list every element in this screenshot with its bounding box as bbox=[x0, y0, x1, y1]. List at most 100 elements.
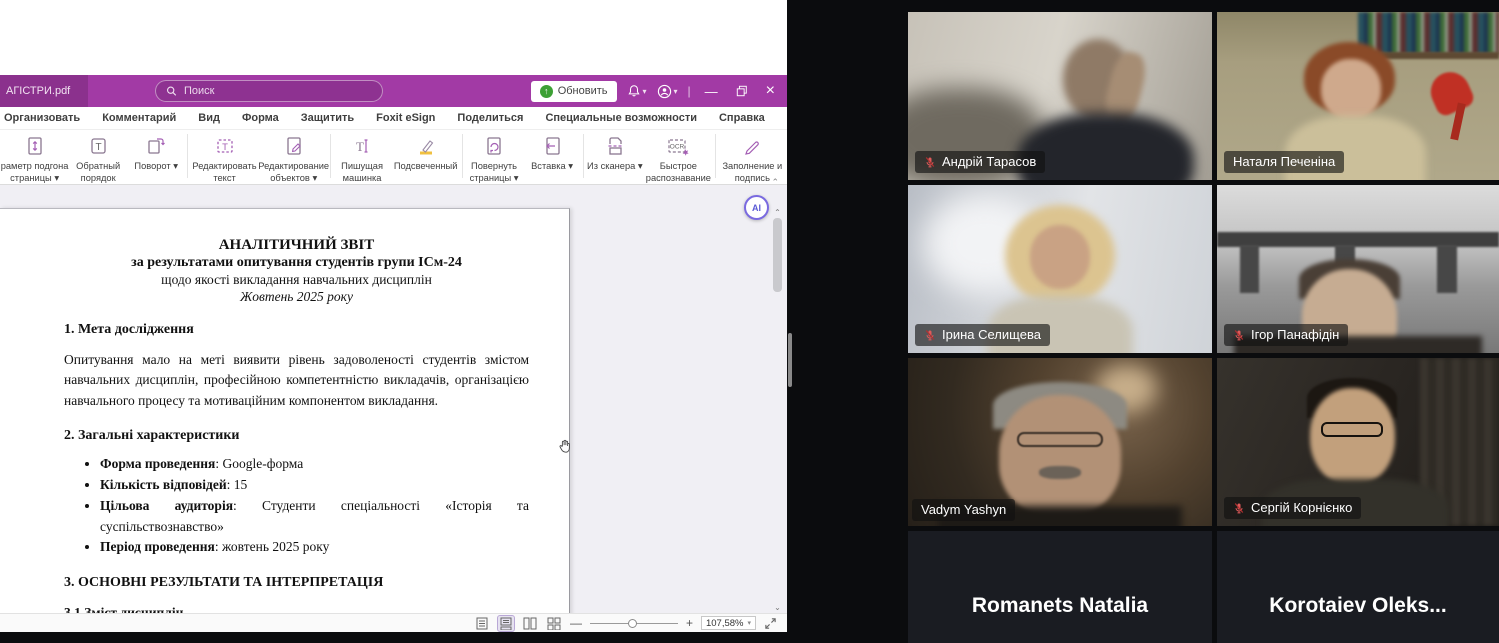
search-input[interactable] bbox=[184, 85, 372, 97]
menu-foxit-esign[interactable]: Foxit eSign bbox=[376, 112, 435, 124]
from-scanner-button[interactable]: Из сканера ▾ bbox=[586, 132, 644, 172]
video-tile-romanets-natalia[interactable]: Romanets Natalia bbox=[908, 531, 1212, 643]
video-tile-vadym-yashyn[interactable]: Vadym Yashyn bbox=[908, 358, 1212, 526]
participant-name: Vadym Yashyn bbox=[921, 502, 1006, 517]
participant-name-tag: Ігор Панафідін bbox=[1224, 324, 1348, 346]
doc-heading-1: 1. Мета дослідження bbox=[64, 322, 529, 338]
menu-view[interactable]: Вид bbox=[198, 112, 220, 124]
account-button[interactable]: ▾ bbox=[657, 84, 678, 99]
document-scrollbar[interactable]: ⌃ ⌄ bbox=[771, 208, 784, 612]
minimize-button[interactable]: — bbox=[701, 84, 722, 99]
menu-accessibility[interactable]: Специальные возможности bbox=[545, 112, 697, 124]
ribbon-separator bbox=[715, 134, 716, 178]
typewriter-button[interactable]: T Пишущая машинка bbox=[333, 132, 391, 184]
rotate-pages-button[interactable]: Повернуть страницы ▾ bbox=[465, 132, 523, 184]
rotate-pages-icon bbox=[483, 134, 505, 158]
quick-recognition-button[interactable]: OCR Быстрое распознавание bbox=[644, 132, 713, 184]
update-button[interactable]: ↑ Обновить bbox=[531, 81, 617, 102]
doc-bullet: Форма проведення: Google-форма bbox=[100, 454, 529, 475]
single-page-view-button[interactable] bbox=[474, 616, 490, 631]
participant-name: Андрій Тарасов bbox=[942, 154, 1036, 169]
reverse-order-button[interactable]: T Обратный порядок bbox=[69, 132, 127, 184]
fill-sign-icon bbox=[741, 134, 763, 158]
doc-subtitle: за результатами опитування студентів гру… bbox=[64, 255, 529, 271]
bell-icon bbox=[627, 84, 641, 98]
svg-text:T: T bbox=[96, 142, 102, 153]
typewriter-icon: T bbox=[351, 134, 373, 158]
video-tile-natalia-pechenina[interactable]: Наталя Печеніна bbox=[1217, 12, 1499, 180]
scrollbar-thumb[interactable] bbox=[773, 218, 782, 292]
participant-name-tag: Сергій Корнієнко bbox=[1224, 497, 1361, 519]
zoom-out-button[interactable]: — bbox=[570, 616, 582, 630]
menu-form[interactable]: Форма bbox=[242, 112, 279, 124]
video-meeting-panel: Андрій Тарасов Наталя Печеніна bbox=[787, 0, 1499, 643]
doc-heading-3: 3. ОСНОВНІ РЕЗУЛЬТАТИ ТА ІНТЕРПРЕТАЦІЯ bbox=[64, 575, 529, 591]
video-tile-iryna-selyshcheva[interactable]: Ірина Селищева bbox=[908, 185, 1212, 353]
ribbon-separator bbox=[330, 134, 331, 178]
facing-view-button[interactable] bbox=[522, 616, 538, 631]
highlight-button[interactable]: Подсвеченный bbox=[391, 132, 460, 172]
doc-heading-2: 2. Загальні характеристики bbox=[64, 428, 529, 444]
notifications-button[interactable]: ▾ bbox=[627, 84, 647, 98]
video-tile-andrii-tarasov[interactable]: Андрій Тарасов bbox=[908, 12, 1212, 180]
screen: АГІСТРИ.pdf ↑ Обновить ▾ bbox=[0, 0, 1499, 643]
menu-share[interactable]: Поделиться bbox=[457, 112, 523, 124]
zoom-slider-knob[interactable] bbox=[628, 619, 637, 628]
pdf-statusbar: — + 107,58% ▾ bbox=[0, 613, 787, 632]
close-button[interactable]: × bbox=[762, 82, 779, 100]
document-tab[interactable]: АГІСТРИ.pdf bbox=[0, 75, 88, 107]
fullscreen-button[interactable] bbox=[764, 617, 777, 630]
scroll-up-icon[interactable]: ⌃ bbox=[771, 208, 784, 217]
video-tile-korotaiev-oleks[interactable]: Korotaiev Oleks... bbox=[1217, 531, 1499, 643]
document-area[interactable]: АНАЛІТИЧНИЙ ЗВІТ за результатами опитува… bbox=[0, 185, 787, 613]
participant-name: Наталя Печеніна bbox=[1233, 154, 1335, 169]
continuous-view-button[interactable] bbox=[498, 616, 514, 631]
doc-heading-31: 3.1 Зміст дисциплін bbox=[64, 605, 529, 613]
muted-mic-icon bbox=[924, 156, 936, 168]
edit-objects-button[interactable]: Редактирование объектов ▾ bbox=[259, 132, 328, 184]
facing-continuous-view-button[interactable] bbox=[546, 616, 562, 631]
restore-icon bbox=[736, 85, 748, 97]
account-icon bbox=[657, 84, 672, 99]
rotate-button[interactable]: Поворот ▾ bbox=[127, 132, 185, 172]
background-window bbox=[0, 0, 787, 75]
highlight-icon bbox=[415, 134, 437, 158]
pdf-menubar: Организовать Комментарий Вид Форма Защит… bbox=[0, 107, 787, 130]
restore-button[interactable] bbox=[732, 85, 752, 97]
menu-help[interactable]: Справка bbox=[719, 112, 765, 124]
svg-text:OCR: OCR bbox=[670, 144, 685, 151]
participant-display-name: Romanets Natalia bbox=[908, 594, 1212, 618]
meeting-scrollbar-thumb[interactable] bbox=[788, 333, 792, 387]
participant-name: Ігор Панафідін bbox=[1251, 327, 1339, 342]
reverse-order-icon: T bbox=[87, 134, 109, 158]
fit-page-button[interactable]: раметр подгона страницы ▾ bbox=[0, 132, 69, 184]
participant-name: Сергій Корнієнко bbox=[1251, 500, 1352, 515]
menu-organize[interactable]: Организовать bbox=[4, 112, 80, 124]
ribbon-separator bbox=[462, 134, 463, 178]
scroll-down-icon[interactable]: ⌄ bbox=[771, 603, 784, 612]
video-tile-ihor-panafidin[interactable]: Ігор Панафідін bbox=[1217, 185, 1499, 353]
update-icon: ↑ bbox=[540, 85, 553, 98]
menu-comment[interactable]: Комментарий bbox=[102, 112, 176, 124]
svg-text:T: T bbox=[356, 139, 364, 154]
edit-text-button[interactable]: T Редактировать текст bbox=[190, 132, 259, 184]
participant-name-tag: Vadym Yashyn bbox=[912, 499, 1015, 521]
zoom-slider[interactable] bbox=[590, 618, 678, 628]
video-tile-serhii-korniienko[interactable]: Сергій Корнієнко bbox=[1217, 358, 1499, 526]
search-box[interactable] bbox=[155, 80, 383, 102]
pdf-ribbon: раметр подгона страницы ▾ T Обратный пор… bbox=[0, 130, 787, 185]
zoom-level-value: 107,58% bbox=[706, 618, 744, 629]
participant-name-tag: Ірина Селищева bbox=[915, 324, 1050, 346]
ai-assistant-badge[interactable]: AI bbox=[744, 195, 769, 220]
muted-mic-icon bbox=[924, 329, 936, 341]
insert-icon bbox=[541, 134, 563, 158]
pdf-titlebar: АГІСТРИ.pdf ↑ Обновить ▾ bbox=[0, 75, 787, 107]
zoom-in-button[interactable]: + bbox=[686, 616, 693, 630]
fit-page-icon bbox=[24, 134, 46, 158]
doc-bullet: Кількість відповідей: 15 bbox=[100, 475, 529, 496]
participant-display-name: Korotaiev Oleks... bbox=[1217, 594, 1499, 618]
ribbon-separator bbox=[583, 134, 584, 178]
zoom-level-select[interactable]: 107,58% ▾ bbox=[701, 616, 756, 630]
menu-protect[interactable]: Защитить bbox=[301, 112, 354, 124]
insert-button[interactable]: Вставка ▾ bbox=[523, 132, 581, 172]
